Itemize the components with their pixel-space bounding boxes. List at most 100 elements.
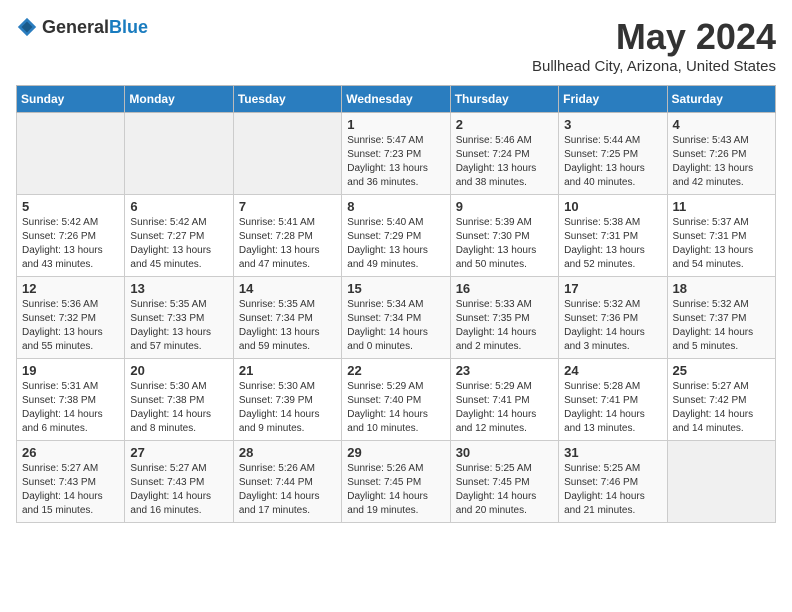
table-row: 13Sunrise: 5:35 AMSunset: 7:33 PMDayligh… [125, 277, 233, 359]
day-number: 13 [130, 281, 227, 296]
table-row: 9 Sunrise: 5:39 AMSunset: 7:30 PMDaylight… [450, 195, 558, 277]
table-row: 3 Sunrise: 5:44 AMSunset: 7:25 PMDaylight… [559, 113, 667, 195]
day-number: 2 [456, 117, 553, 132]
day-info: Sunrise: 5:46 AMSunset: 7:24 PMDaylight:… [456, 134, 553, 190]
day-number: 26 [22, 445, 119, 460]
table-row: 1 Sunrise: 5:47 AMSunset: 7:23 PMDaylight… [342, 113, 450, 195]
logo-general: General [42, 17, 109, 37]
day-number: 10 [564, 199, 661, 214]
day-number: 8 [347, 199, 444, 214]
table-row: 25 Sunrise: 5:27 AMSunset: 7:42 PMDayligh… [667, 359, 775, 441]
day-info: Sunrise: 5:26 AMSunset: 7:45 PMDaylight:… [347, 462, 444, 518]
col-monday: Monday [125, 86, 233, 113]
table-row [233, 113, 341, 195]
table-row: 24Sunrise: 5:28 AMSunset: 7:41 PMDayligh… [559, 359, 667, 441]
day-info: Sunrise: 5:32 AMSunset: 7:37 PMDaylight:… [673, 298, 770, 354]
table-row: 30 Sunrise: 5:25 AMSunset: 7:45 PMDayligh… [450, 441, 558, 523]
calendar-header-row: Sunday Monday Tuesday Wednesday Thursday… [17, 86, 776, 113]
day-number: 18 [673, 281, 770, 296]
table-row: 10 Sunrise: 5:38 AMSunset: 7:31 PMDayligh… [559, 195, 667, 277]
day-info: Sunrise: 5:41 AMSunset: 7:28 PMDaylight:… [239, 216, 336, 272]
col-friday: Friday [559, 86, 667, 113]
table-row: 21Sunrise: 5:30 AMSunset: 7:39 PMDayligh… [233, 359, 341, 441]
day-info: Sunrise: 5:47 AMSunset: 7:23 PMDaylight:… [347, 134, 444, 190]
day-number: 7 [239, 199, 336, 214]
table-row: 29 Sunrise: 5:26 AMSunset: 7:45 PMDayligh… [342, 441, 450, 523]
day-info: Sunrise: 5:25 AMSunset: 7:45 PMDaylight:… [456, 462, 553, 518]
day-info: Sunrise: 5:36 AMSunset: 7:32 PMDaylight:… [22, 298, 119, 354]
table-row: 23 Sunrise: 5:29 AMSunset: 7:41 PMDayligh… [450, 359, 558, 441]
day-number: 19 [22, 363, 119, 378]
day-number: 29 [347, 445, 444, 460]
day-info: Sunrise: 5:27 AMSunset: 7:42 PMDaylight:… [673, 380, 770, 436]
day-number: 3 [564, 117, 661, 132]
table-row: 7 Sunrise: 5:41 AMSunset: 7:28 PMDaylight… [233, 195, 341, 277]
calendar-week-5: 26 Sunrise: 5:27 AMSunset: 7:43 PMDayligh… [17, 441, 776, 523]
day-info: Sunrise: 5:43 AMSunset: 7:26 PMDaylight:… [673, 134, 770, 190]
day-number: 28 [239, 445, 336, 460]
table-row: 16 Sunrise: 5:33 AMSunset: 7:35 PMDayligh… [450, 277, 558, 359]
day-info: Sunrise: 5:26 AMSunset: 7:44 PMDaylight:… [239, 462, 336, 518]
title-block: May 2024 Bullhead City, Arizona, United … [532, 16, 776, 75]
calendar-week-3: 12 Sunrise: 5:36 AMSunset: 7:32 PMDayligh… [17, 277, 776, 359]
table-row [125, 113, 233, 195]
table-row: 2 Sunrise: 5:46 AMSunset: 7:24 PMDaylight… [450, 113, 558, 195]
day-number: 12 [22, 281, 119, 296]
calendar-week-2: 5Sunrise: 5:42 AMSunset: 7:26 PMDaylight… [17, 195, 776, 277]
table-row: 4 Sunrise: 5:43 AMSunset: 7:26 PMDaylight… [667, 113, 775, 195]
table-row [667, 441, 775, 523]
calendar-week-1: 1 Sunrise: 5:47 AMSunset: 7:23 PMDaylight… [17, 113, 776, 195]
table-row: 26 Sunrise: 5:27 AMSunset: 7:43 PMDayligh… [17, 441, 125, 523]
table-row: 5Sunrise: 5:42 AMSunset: 7:26 PMDaylight… [17, 195, 125, 277]
col-thursday: Thursday [450, 86, 558, 113]
day-number: 22 [347, 363, 444, 378]
day-number: 25 [673, 363, 770, 378]
day-number: 30 [456, 445, 553, 460]
day-info: Sunrise: 5:27 AMSunset: 7:43 PMDaylight:… [130, 462, 227, 518]
table-row: 28 Sunrise: 5:26 AMSunset: 7:44 PMDayligh… [233, 441, 341, 523]
day-number: 11 [673, 199, 770, 214]
table-row: 15Sunrise: 5:34 AMSunset: 7:34 PMDayligh… [342, 277, 450, 359]
day-number: 6 [130, 199, 227, 214]
calendar-week-4: 19 Sunrise: 5:31 AMSunset: 7:38 PMDayligh… [17, 359, 776, 441]
day-number: 16 [456, 281, 553, 296]
table-row: 11 Sunrise: 5:37 AMSunset: 7:31 PMDayligh… [667, 195, 775, 277]
day-info: Sunrise: 5:30 AMSunset: 7:39 PMDaylight:… [239, 380, 336, 436]
day-info: Sunrise: 5:28 AMSunset: 7:41 PMDaylight:… [564, 380, 661, 436]
table-row: 14 Sunrise: 5:35 AMSunset: 7:34 PMDayligh… [233, 277, 341, 359]
day-info: Sunrise: 5:33 AMSunset: 7:35 PMDaylight:… [456, 298, 553, 354]
table-row: 20 Sunrise: 5:30 AMSunset: 7:38 PMDayligh… [125, 359, 233, 441]
col-wednesday: Wednesday [342, 86, 450, 113]
table-row: 27 Sunrise: 5:27 AMSunset: 7:43 PMDayligh… [125, 441, 233, 523]
day-info: Sunrise: 5:40 AMSunset: 7:29 PMDaylight:… [347, 216, 444, 272]
day-info: Sunrise: 5:29 AMSunset: 7:41 PMDaylight:… [456, 380, 553, 436]
day-info: Sunrise: 5:38 AMSunset: 7:31 PMDaylight:… [564, 216, 661, 272]
logo: GeneralBlue [16, 16, 148, 38]
day-info: Sunrise: 5:39 AMSunset: 7:30 PMDaylight:… [456, 216, 553, 272]
day-info: Sunrise: 5:42 AMSunset: 7:26 PMDaylight:… [22, 216, 119, 272]
day-number: 1 [347, 117, 444, 132]
table-row: 17Sunrise: 5:32 AMSunset: 7:36 PMDayligh… [559, 277, 667, 359]
day-info: Sunrise: 5:31 AMSunset: 7:38 PMDaylight:… [22, 380, 119, 436]
day-info: Sunrise: 5:32 AMSunset: 7:36 PMDaylight:… [564, 298, 661, 354]
day-info: Sunrise: 5:30 AMSunset: 7:38 PMDaylight:… [130, 380, 227, 436]
day-info: Sunrise: 5:27 AMSunset: 7:43 PMDaylight:… [22, 462, 119, 518]
calendar-table: Sunday Monday Tuesday Wednesday Thursday… [16, 85, 776, 523]
day-number: 27 [130, 445, 227, 460]
day-number: 20 [130, 363, 227, 378]
day-info: Sunrise: 5:35 AMSunset: 7:34 PMDaylight:… [239, 298, 336, 354]
table-row [17, 113, 125, 195]
day-info: Sunrise: 5:44 AMSunset: 7:25 PMDaylight:… [564, 134, 661, 190]
day-number: 14 [239, 281, 336, 296]
day-number: 23 [456, 363, 553, 378]
table-row: 31Sunrise: 5:25 AMSunset: 7:46 PMDayligh… [559, 441, 667, 523]
day-number: 31 [564, 445, 661, 460]
col-saturday: Saturday [667, 86, 775, 113]
table-row: 18 Sunrise: 5:32 AMSunset: 7:37 PMDayligh… [667, 277, 775, 359]
day-info: Sunrise: 5:37 AMSunset: 7:31 PMDaylight:… [673, 216, 770, 272]
day-info: Sunrise: 5:34 AMSunset: 7:34 PMDaylight:… [347, 298, 444, 354]
table-row: 6Sunrise: 5:42 AMSunset: 7:27 PMDaylight… [125, 195, 233, 277]
day-number: 9 [456, 199, 553, 214]
page-header: GeneralBlue May 2024 Bullhead City, Ariz… [16, 16, 776, 75]
day-number: 4 [673, 117, 770, 132]
